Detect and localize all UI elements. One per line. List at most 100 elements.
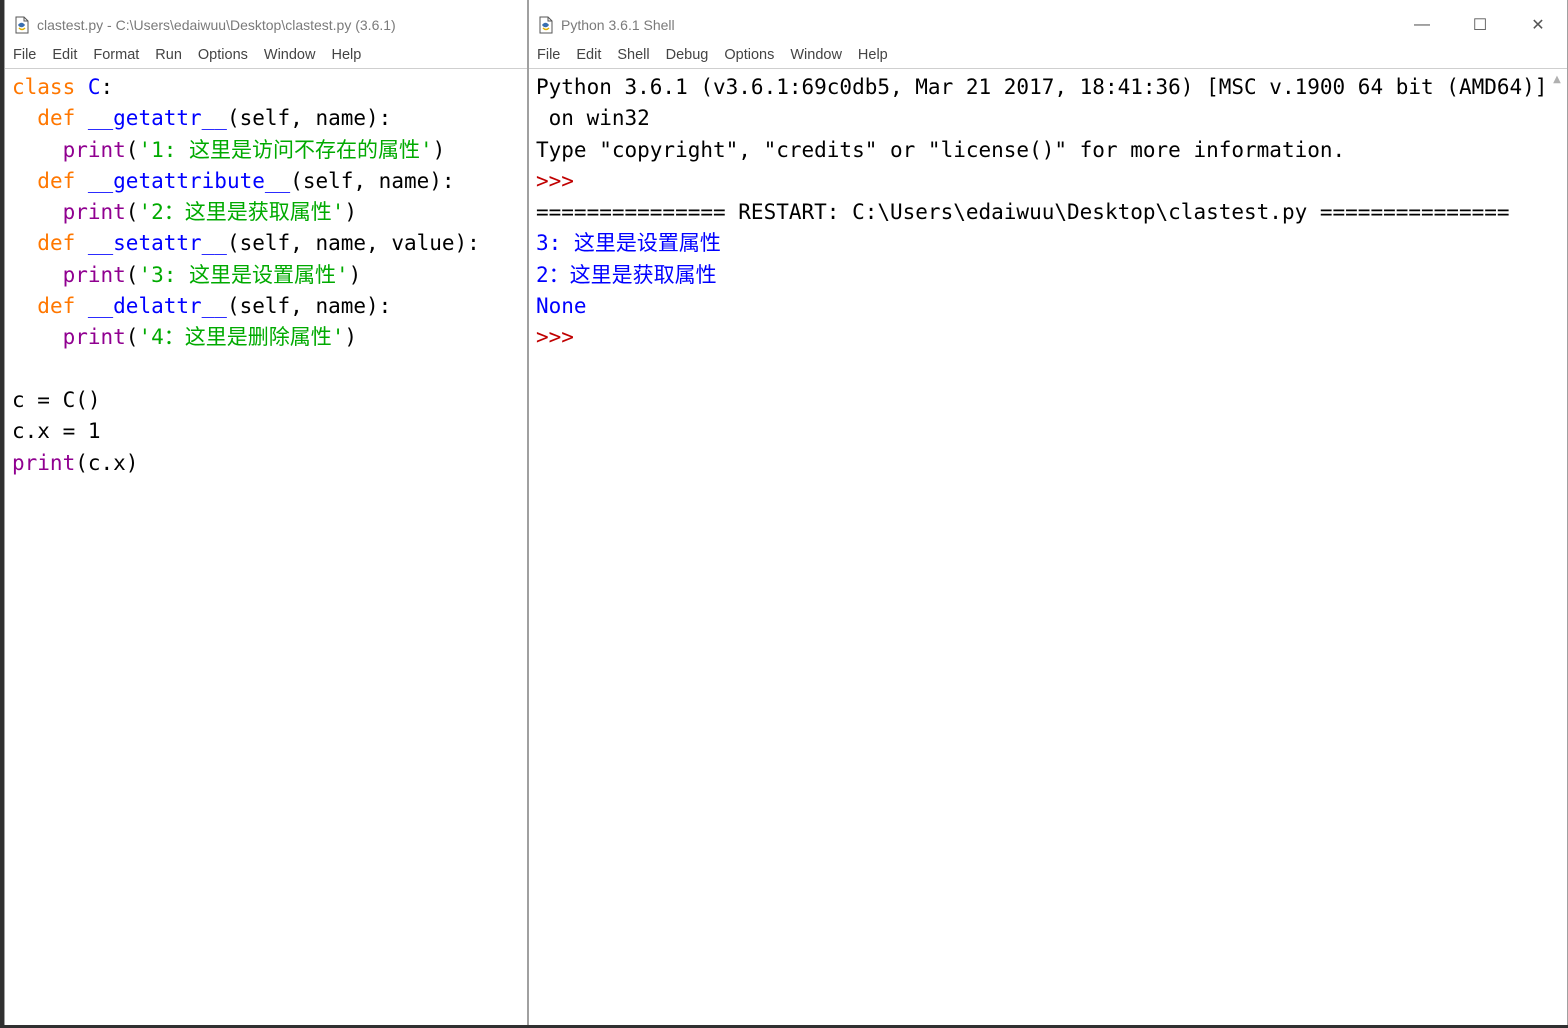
shell-token: 3: 这里是设置属性 (536, 231, 721, 256)
code-token: ( (125, 262, 139, 287)
code-token: print (62, 325, 126, 350)
shell-token: Python 3.6.1 (v3.6.1:69c0db5, Mar 21 201… (536, 75, 1548, 99)
shell-token: =============== RESTART: C:\Users\edaiwu… (536, 200, 1510, 225)
code-line: def __getattribute__(self, name): (12, 166, 527, 197)
minimize-button[interactable]: — (1393, 8, 1451, 42)
code-token: c = C() (12, 387, 101, 412)
shell-menu-shell[interactable]: Shell (609, 47, 657, 63)
code-token: ( (125, 200, 139, 225)
code-token: '2：这里是获取属性' (138, 200, 345, 225)
editor-title: clastest.py - C:\Users\edaiwuu\Desktop\c… (37, 17, 396, 33)
close-button[interactable]: ✕ (1509, 8, 1567, 42)
code-token: (self, name): (226, 106, 392, 131)
shell-line: Python 3.6.1 (v3.6.1:69c0db5, Mar 21 201… (536, 72, 1567, 103)
shell-titlebar[interactable]: Python 3.6.1 Shell — ☐ ✕ (529, 8, 1567, 42)
shell-menu-window[interactable]: Window (782, 47, 850, 63)
code-token: __getattr__ (87, 106, 227, 131)
code-token: ) (432, 137, 446, 162)
shell-token: 2：这里是获取属性 (536, 262, 717, 287)
shell-line: >>> (536, 166, 1567, 197)
code-line: class C: (12, 72, 527, 103)
code-line: print('3: 这里是设置属性') (12, 260, 527, 291)
code-token: ( (125, 325, 139, 350)
code-token: __setattr__ (87, 231, 227, 256)
maximize-button[interactable]: ☐ (1451, 8, 1509, 42)
code-token: def (37, 231, 88, 256)
editor-titlebar[interactable]: clastest.py - C:\Users\edaiwuu\Desktop\c… (5, 8, 527, 42)
close-icon: ✕ (1531, 17, 1545, 34)
code-token: __delattr__ (87, 294, 227, 319)
shell-token: on win32 (536, 106, 650, 131)
shell-output-area[interactable]: Python 3.6.1 (v3.6.1:69c0db5, Mar 21 201… (529, 72, 1567, 1028)
code-token: '1: 这里是访问不存在的属性' (138, 137, 433, 162)
editor-menu-file[interactable]: File (5, 47, 44, 63)
shell-line: 3: 这里是设置属性 (536, 228, 1567, 259)
shell-token: >>> (536, 325, 587, 350)
shell-line: >>> (536, 322, 1567, 353)
editor-menu-format[interactable]: Format (85, 47, 147, 63)
code-line: print('4：这里是删除属性') (12, 322, 527, 353)
shell-token: None (536, 294, 587, 319)
code-line: c = C() (12, 385, 527, 416)
shell-line: None (536, 291, 1567, 322)
shell-title: Python 3.6.1 Shell (561, 17, 675, 33)
code-token: '3: 这里是设置属性' (138, 262, 349, 287)
shell-menu-options[interactable]: Options (716, 47, 782, 63)
python-file-icon (13, 16, 31, 34)
code-token: print (62, 262, 126, 287)
editor-menu-edit[interactable]: Edit (44, 47, 85, 63)
editor-code-area[interactable]: class C: def __getattr__(self, name): pr… (5, 72, 527, 1028)
editor-menu-run[interactable]: Run (147, 47, 190, 63)
shell-menu-edit[interactable]: Edit (568, 47, 609, 63)
shell-menu-help[interactable]: Help (850, 47, 896, 63)
code-token: C (87, 75, 101, 99)
code-line: c.x = 1 (12, 416, 527, 447)
code-token: def (37, 168, 88, 193)
code-line: def __delattr__(self, name): (12, 291, 527, 322)
maximize-icon: ☐ (1472, 17, 1488, 34)
code-token: (self, name): (226, 294, 392, 319)
code-line: print('1: 这里是访问不存在的属性') (12, 135, 527, 166)
code-token: print (62, 137, 126, 162)
code-line: def __getattr__(self, name): (12, 103, 527, 134)
shell-menubar: File Edit Shell Debug Options Window Help (529, 42, 1567, 69)
code-token: (self, name, value): (226, 231, 480, 256)
code-line: def __setattr__(self, name, value): (12, 228, 527, 259)
code-token: class (12, 75, 88, 99)
shell-menu-debug[interactable]: Debug (658, 47, 717, 63)
editor-menu-window[interactable]: Window (256, 47, 324, 63)
scroll-up-icon[interactable]: ▲ (1551, 74, 1563, 86)
minimize-icon: — (1414, 16, 1430, 33)
shell-line: Type "copyright", "credits" or "license(… (536, 135, 1567, 166)
code-token: print (12, 450, 76, 475)
code-token: '4：这里是删除属性' (138, 325, 345, 350)
code-token: print (62, 200, 126, 225)
editor-window[interactable]: clastest.py - C:\Users\edaiwuu\Desktop\c… (4, 0, 528, 1028)
shell-window[interactable]: Python 3.6.1 Shell — ☐ ✕ File Edit Shell De… (528, 0, 1568, 1028)
code-line: print('2：这里是获取属性') (12, 197, 527, 228)
code-token: def (37, 294, 88, 319)
code-token: ) (348, 262, 362, 287)
window-controls: — ☐ ✕ (1393, 8, 1567, 42)
code-token: ( (125, 137, 139, 162)
code-token: ) (344, 325, 358, 350)
code-line: print(c.x) (12, 448, 527, 479)
code-token: __getattribute__ (87, 168, 291, 193)
code-token: : (100, 75, 114, 99)
code-token: c.x = 1 (12, 419, 101, 444)
shell-token: Type "copyright", "credits" or "license(… (536, 137, 1346, 162)
code-token: def (37, 106, 88, 131)
editor-menu-help[interactable]: Help (323, 47, 369, 63)
editor-menu-options[interactable]: Options (190, 47, 256, 63)
code-token: (self, name): (290, 168, 455, 193)
shell-line: 2：这里是获取属性 (536, 260, 1567, 291)
shell-menu-file[interactable]: File (529, 47, 568, 63)
shell-scrollbar[interactable]: ▲ (1547, 70, 1567, 1028)
